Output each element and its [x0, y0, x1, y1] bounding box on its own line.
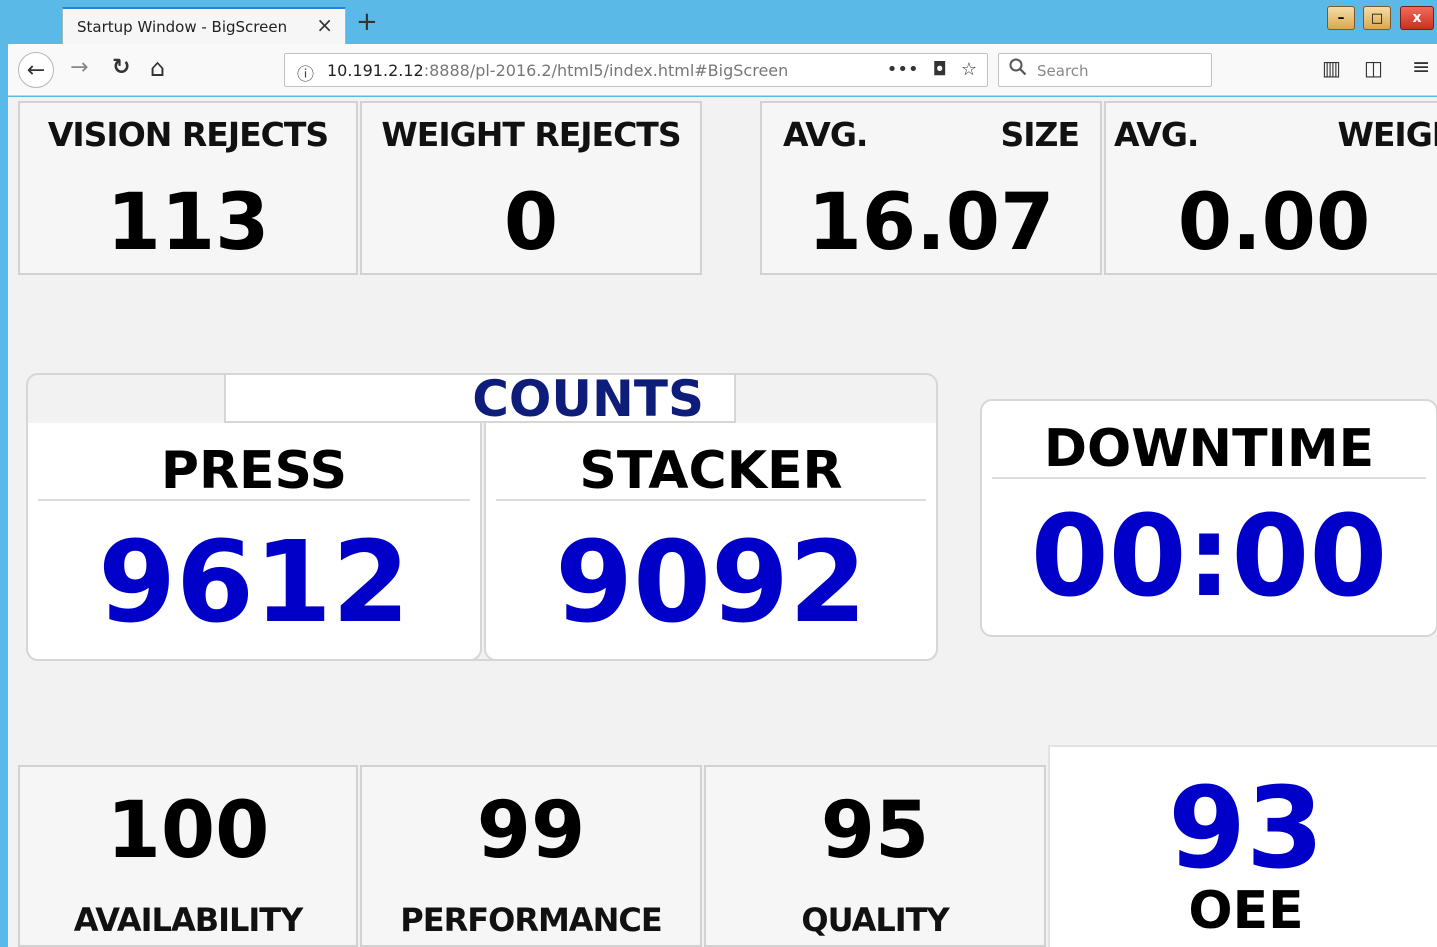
- search-icon: [1009, 58, 1027, 81]
- navigation-toolbar: ← → ↻ ⌂ ⓘ 10.191.2.12:8888/pl-2016.2/htm…: [8, 44, 1437, 96]
- forward-icon[interactable]: →: [70, 56, 88, 80]
- library-icon[interactable]: ▥: [1322, 56, 1341, 80]
- browser-tab-active[interactable]: Startup Window - BigScreen ×: [62, 7, 346, 45]
- avg-size-label-left: AVG.: [783, 115, 868, 154]
- title-bar: Startup Window - BigScreen × + – □ x: [0, 0, 1437, 45]
- stacker-value: 9092: [555, 518, 867, 648]
- avg-size-label-right: SIZE: [1000, 115, 1080, 154]
- close-icon: x: [1412, 10, 1422, 26]
- url-path: :8888/pl-2016.2/html5/index.html#BigScre…: [423, 61, 789, 80]
- bookmark-star-icon[interactable]: ☆: [961, 59, 977, 80]
- performance-tile: 99 PERFORMANCE: [360, 765, 702, 947]
- availability-tile: 100 AVAILABILITY: [18, 765, 358, 947]
- quality-value: 95: [820, 786, 930, 876]
- vision-rejects-label: VISION REJECTS: [47, 115, 329, 154]
- vision-rejects-value: 113: [106, 178, 270, 268]
- avg-size-tile: AVG. SIZE 16.07: [760, 101, 1102, 275]
- search-box[interactable]: Search: [998, 53, 1212, 87]
- tab-title: Startup Window - BigScreen: [77, 18, 288, 36]
- url-host: 10.191.2.12: [327, 61, 424, 80]
- new-tab-button[interactable]: +: [356, 9, 378, 35]
- pocket-icon[interactable]: ◘: [933, 59, 947, 80]
- availability-label: AVAILABILITY: [73, 901, 304, 939]
- close-window-button[interactable]: x: [1400, 6, 1434, 30]
- site-info-icon[interactable]: ⓘ: [297, 60, 314, 85]
- stacker-divider: [496, 499, 926, 501]
- availability-value: 100: [106, 786, 270, 876]
- minimize-button[interactable]: –: [1327, 6, 1355, 30]
- avg-weight-label-right: WEIGHT: [1337, 115, 1437, 154]
- performance-label: PERFORMANCE: [400, 901, 662, 939]
- tab-close-icon[interactable]: ×: [316, 15, 333, 35]
- address-bar-actions: ••• ◘ ☆: [887, 59, 977, 80]
- back-button[interactable]: ←: [18, 52, 54, 88]
- page-actions-icon[interactable]: •••: [887, 59, 919, 80]
- home-icon[interactable]: ⌂: [150, 56, 165, 80]
- downtime-card: DOWNTIME 00:00: [980, 399, 1437, 637]
- minimize-icon: –: [1337, 10, 1345, 26]
- quality-label: QUALITY: [801, 901, 949, 939]
- avg-weight-value: 0.00: [1177, 178, 1371, 268]
- oee-label: OEE: [1188, 881, 1304, 941]
- avg-weight-tile: AVG. WEIGHT 0.00: [1104, 101, 1437, 275]
- press-divider: [38, 499, 470, 501]
- address-bar[interactable]: ⓘ 10.191.2.12:8888/pl-2016.2/html5/index…: [284, 53, 988, 87]
- maximize-button[interactable]: □: [1363, 6, 1391, 30]
- vision-rejects-tile: VISION REJECTS 113: [18, 101, 358, 275]
- press-value: 9612: [98, 518, 410, 648]
- oee-tile: 93 OEE: [1048, 745, 1437, 947]
- avg-size-label: AVG. SIZE: [762, 115, 1100, 154]
- stacker-label: STACKER: [579, 441, 843, 501]
- downtime-divider: [992, 477, 1426, 479]
- search-placeholder: Search: [1037, 62, 1089, 80]
- reload-icon[interactable]: ↻: [112, 56, 130, 80]
- weight-rejects-label: WEIGHT REJECTS: [381, 115, 681, 154]
- press-label: PRESS: [160, 441, 348, 501]
- stacker-count-card: STACKER 9092: [484, 423, 938, 661]
- weight-rejects-tile: WEIGHT REJECTS 0: [360, 101, 702, 275]
- avg-weight-label-left: AVG.: [1114, 115, 1199, 154]
- performance-value: 99: [476, 786, 586, 876]
- oee-value: 93: [1168, 764, 1324, 894]
- downtime-value: 00:00: [1030, 492, 1388, 622]
- downtime-label: DOWNTIME: [1043, 419, 1375, 479]
- avg-weight-label: AVG. WEIGHT: [1106, 115, 1437, 154]
- menu-icon[interactable]: ≡: [1412, 56, 1430, 80]
- press-count-card: PRESS 9612: [26, 423, 482, 661]
- quality-tile: 95 QUALITY: [704, 765, 1046, 947]
- big-screen-dashboard: VISION REJECTS 113 WEIGHT REJECTS 0 AVG.…: [8, 97, 1437, 947]
- weight-rejects-value: 0: [503, 178, 559, 268]
- avg-size-value: 16.07: [807, 178, 1055, 268]
- maximize-icon: □: [1370, 10, 1384, 26]
- url-text[interactable]: 10.191.2.12:8888/pl-2016.2/html5/index.h…: [327, 61, 788, 80]
- sidebar-icon[interactable]: ◫: [1364, 56, 1383, 80]
- back-arrow-icon: ←: [26, 57, 46, 83]
